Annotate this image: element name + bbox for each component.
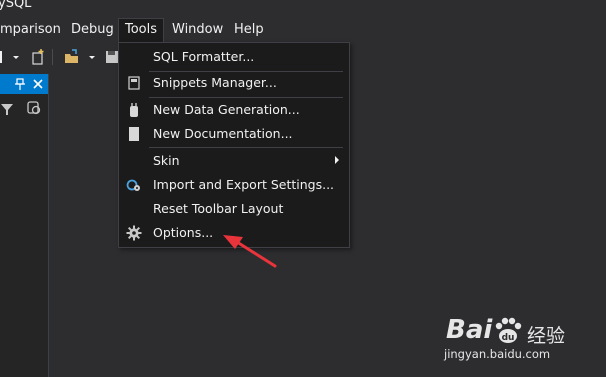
dropdown-arrow-icon[interactable] (88, 48, 96, 66)
menu-debug[interactable]: Debug (65, 18, 120, 42)
menu-item-label: Skin (153, 153, 180, 168)
menu-item-new-data-generation[interactable]: New Data Generation... (119, 98, 349, 122)
baidu-paw-icon: du (495, 317, 522, 343)
menu-item-snippets-manager[interactable]: Snippets Manager... (119, 71, 349, 95)
window-title: ySQL (0, 0, 32, 11)
menu-item-skin[interactable]: Skin (119, 149, 349, 173)
panel-header (0, 74, 48, 94)
dropdown-arrow-icon[interactable] (12, 48, 20, 66)
menu-window[interactable]: Window (166, 18, 229, 42)
menu-item-label: Options... (153, 225, 214, 240)
menu-item-label: SQL Formatter... (153, 49, 255, 64)
menu-item-label: New Data Generation... (153, 102, 300, 117)
menu-item-label: Snippets Manager... (153, 75, 277, 90)
filter-icon[interactable] (1, 101, 13, 120)
menu-separator (149, 147, 343, 148)
menu-item-label: New Documentation... (153, 126, 293, 141)
baidu-jingyan-watermark: Bai du 经验 jingyan.baidu.com (440, 313, 590, 363)
menu-item-label: Reset Toolbar Layout (153, 201, 284, 216)
snippets-icon (126, 75, 142, 91)
menu-bar: mparison Debug Tools Window Help (0, 18, 606, 42)
title-bar: ySQL (0, 0, 606, 16)
data-generation-icon (126, 102, 142, 118)
pin-icon[interactable] (14, 76, 26, 95)
toolbar-separator (52, 48, 54, 66)
menu-item-new-documentation[interactable]: New Documentation... (119, 122, 349, 146)
watermark-url: jingyan.baidu.com (444, 347, 551, 361)
menu-item-reset-toolbar-layout[interactable]: Reset Toolbar Layout (119, 197, 349, 221)
watermark-jingyan: 经验 (527, 325, 566, 347)
left-panel (0, 74, 49, 377)
menu-help[interactable]: Help (228, 18, 270, 42)
annotation-arrow (223, 235, 277, 268)
toolbar-edge-icon (0, 48, 4, 66)
menu-item-import-export-settings[interactable]: Import and Export Settings... (119, 173, 349, 197)
new-item-icon[interactable] (30, 48, 46, 66)
save-icon[interactable] (105, 48, 119, 66)
menu-item-label: Import and Export Settings... (153, 177, 335, 192)
watermark-brand-du: du (502, 333, 515, 343)
panel-toolbar (0, 96, 48, 120)
menu-tools[interactable]: Tools (118, 18, 165, 42)
menu-item-sql-formatter[interactable]: SQL Formatter... (119, 45, 349, 69)
refresh-database-icon[interactable] (26, 100, 42, 120)
import-export-settings-icon (126, 177, 142, 193)
menu-comparison[interactable]: mparison (0, 18, 67, 42)
watermark-brand: Bai (446, 315, 493, 345)
open-folder-icon[interactable] (63, 48, 81, 66)
submenu-arrow-icon (335, 156, 339, 164)
gear-icon (126, 225, 142, 241)
close-icon[interactable] (32, 76, 44, 95)
tools-menu: SQL Formatter... Snippets Manager... New… (118, 42, 350, 248)
documentation-icon (126, 126, 142, 142)
